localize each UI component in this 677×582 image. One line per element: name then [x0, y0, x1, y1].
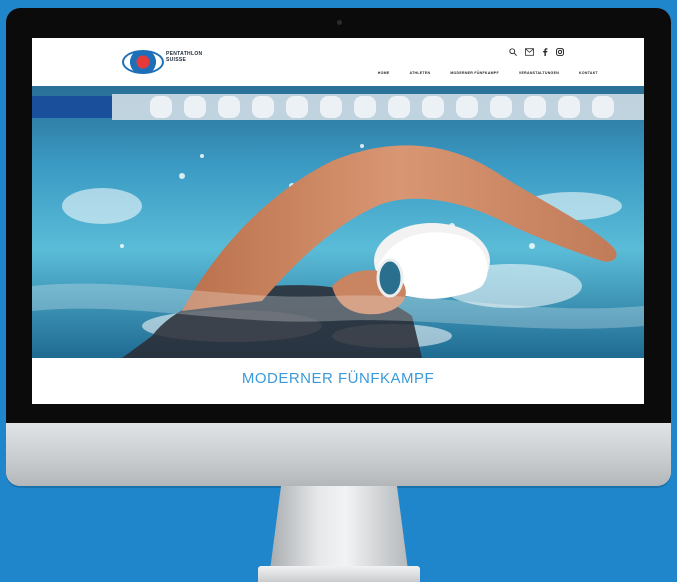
imac-monitor: PENTATHLON SUISSE HOME ATHLETEN MODERNER… [6, 8, 671, 486]
swimmer-illustration [32, 86, 644, 358]
monitor-chin [6, 423, 671, 486]
site-header: PENTATHLON SUISSE HOME ATHLETEN MODERNER… [32, 38, 644, 86]
page-tagline: MODERNER FÜNFKAMPF [241, 370, 435, 387]
monitor-stand-base [258, 566, 420, 582]
logo-text[interactable]: PENTATHLON SUISSE [166, 51, 202, 63]
nav-item-home[interactable]: HOME [378, 71, 390, 75]
logo-name: PENTATHLON SUISSE [166, 51, 203, 63]
monitor-stand-neck [270, 486, 408, 570]
instagram-icon[interactable] [556, 48, 564, 58]
monitor-bezel: PENTATHLON SUISSE HOME ATHLETEN MODERNER… [6, 8, 671, 423]
hero-image-swimmer [32, 86, 644, 358]
monitor-screen: PENTATHLON SUISSE HOME ATHLETEN MODERNER… [32, 38, 644, 404]
scene: PENTATHLON SUISSE HOME ATHLETEN MODERNER… [0, 0, 677, 582]
nav-item-moderner-fuenfkampf[interactable]: MODERNER FÜNFKAMPF [450, 71, 499, 75]
header-icons [509, 48, 564, 58]
tagline-bar: MODERNER FÜNFKAMPF [32, 358, 644, 404]
nav-item-kontakt[interactable]: KONTAKT [579, 71, 598, 75]
camera-icon [337, 20, 342, 25]
search-icon[interactable] [509, 48, 517, 58]
facebook-icon[interactable] [542, 48, 548, 58]
nav-item-veranstaltungen[interactable]: VERANSTALTUNGEN [519, 71, 559, 75]
mail-icon[interactable] [525, 48, 534, 58]
main-nav: HOME ATHLETEN MODERNER FÜNFKAMPF VERANST… [378, 71, 598, 75]
nav-item-athleten[interactable]: ATHLETEN [410, 71, 431, 75]
pentathlon-logo-icon[interactable] [122, 50, 164, 74]
